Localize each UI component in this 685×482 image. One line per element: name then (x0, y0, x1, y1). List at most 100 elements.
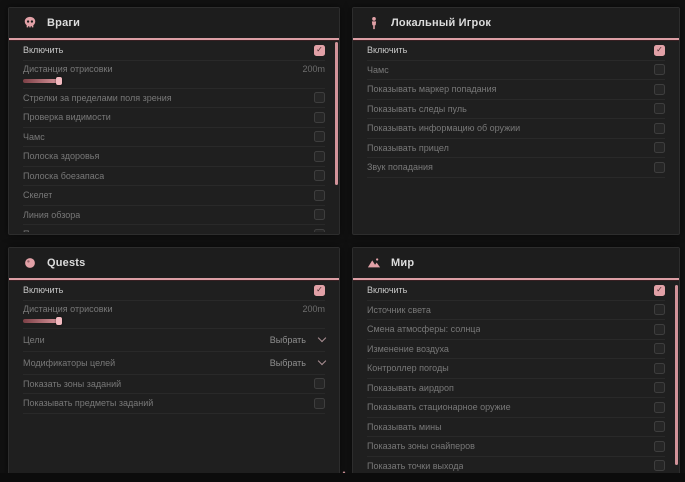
setting-row: Показывать маркер попадания (367, 80, 665, 100)
panel-title: Враги (47, 17, 80, 29)
setting-label: Смена атмосферы: солнца (367, 324, 480, 334)
setting-label: Линия обзора (23, 210, 80, 220)
setting-label: Включить (367, 45, 407, 55)
checkbox[interactable] (654, 460, 665, 471)
checkbox[interactable] (654, 402, 665, 413)
checkbox[interactable] (654, 363, 665, 374)
setting-row: Показать зоны снайперов (367, 437, 665, 457)
checkbox[interactable] (654, 162, 665, 173)
panel-enemies-header: Враги (9, 8, 339, 40)
checkbox[interactable] (314, 229, 325, 232)
checkbox[interactable] (654, 84, 665, 95)
setting-label: Показывать прицел (367, 143, 449, 153)
scrollbar[interactable] (335, 42, 338, 185)
checkbox[interactable] (314, 398, 325, 409)
setting-row: Показывать аирдроп (367, 379, 665, 399)
slider-line: Дистанция отрисовки200m (23, 62, 325, 76)
slider-fill (23, 79, 59, 83)
checkbox[interactable] (314, 112, 325, 123)
checkbox[interactable] (314, 151, 325, 162)
setting-row: Включить ✓ (23, 41, 325, 61)
setting-label: Показывать информацию об оружии (367, 123, 520, 133)
setting-label: Чамс (367, 65, 389, 75)
setting-row: Показывать мины (367, 418, 665, 438)
setting-label: Полоска боезапаса (23, 171, 104, 181)
checkbox[interactable] (314, 131, 325, 142)
setting-row: Показывать прицел (367, 139, 665, 159)
setting-label: Чамс (23, 132, 45, 142)
setting-label: Цели (23, 335, 45, 345)
setting-row-select: Цели Выбрать (23, 329, 325, 352)
checkbox[interactable] (654, 123, 665, 134)
distance-slider[interactable] (23, 79, 123, 83)
select-dropdown[interactable]: Выбрать (270, 358, 325, 368)
panel-quests-rows: Включить✓ Дистанция отрисовки 200m Цели Выбр… (9, 281, 339, 472)
checkbox[interactable] (314, 209, 325, 220)
setting-label: Показывать предметы заданий (23, 398, 153, 408)
slider-line: Дистанция отрисовки 200m (23, 302, 325, 316)
setting-row: Показывать информацию об оружии (367, 119, 665, 139)
checkbox[interactable] (654, 324, 665, 335)
setting-row: Включить✓ (23, 281, 325, 301)
panel-local-player-header: Локальный Игрок (353, 8, 679, 40)
setting-label: Показывать мины (367, 422, 442, 432)
panel-enemies: Враги Включить ✓ Дистанция отрисовки200m Ст… (8, 7, 340, 235)
distance-slider[interactable] (23, 319, 123, 323)
setting-label: Дистанция отрисовки (23, 64, 113, 74)
setting-label: Скелет (23, 190, 52, 200)
setting-row: Скелет (23, 186, 325, 206)
checkbox[interactable]: ✓ (654, 285, 665, 296)
slider-thumb[interactable] (56, 317, 62, 325)
panel-local-player-rows: Включить ✓ Чамс Показывать маркер попадания… (353, 41, 679, 232)
person-icon (367, 16, 381, 30)
setting-label: Показывать маркер попадания (367, 84, 497, 94)
select-value: Выбрать (270, 358, 306, 368)
setting-row: Показывать предметы заданий (23, 394, 325, 414)
panel-quests: Quests Включить✓Дистанция отрисовки200mЦ… (8, 247, 340, 475)
setting-row-slider: Дистанция отрисовки 200m (23, 301, 325, 329)
setting-label: Показывать стационарное оружие (367, 402, 511, 412)
checkbox[interactable] (314, 170, 325, 181)
mountains-icon (367, 256, 381, 270)
checkbox[interactable] (654, 343, 665, 354)
checkbox[interactable] (654, 382, 665, 393)
setting-row: Показывать стационарное оружие (367, 398, 665, 418)
checkbox[interactable] (314, 190, 325, 201)
setting-row: Показать точки выхода (367, 457, 665, 473)
setting-row: Источник света (367, 301, 665, 321)
slider-fill (23, 319, 59, 323)
checkbox[interactable] (654, 103, 665, 114)
checkbox[interactable] (654, 421, 665, 432)
setting-row: Полоска боезапаса (23, 167, 325, 187)
setting-label: Стрелки за пределами поля зрения (23, 93, 172, 103)
checkbox[interactable]: ✓ (654, 45, 665, 56)
select-dropdown[interactable]: Выбрать (270, 335, 325, 345)
checkbox[interactable] (654, 142, 665, 153)
setting-label: Включить (23, 45, 63, 55)
checkbox[interactable]: ✓ (314, 285, 325, 296)
checkbox[interactable] (314, 92, 325, 103)
checkbox[interactable] (654, 441, 665, 452)
panel-local-player: Локальный Игрок Включить ✓ Чамс Показывать … (352, 7, 680, 235)
slider-thumb[interactable] (56, 77, 62, 85)
scrollbar[interactable] (675, 285, 678, 465)
setting-label: Показать зоны снайперов (367, 441, 475, 451)
setting-row: Изменение воздуха (367, 340, 665, 360)
setting-row: Чамс (367, 61, 665, 81)
panel-world: Мир Включить✓Источник светаСмена атмосфе… (352, 247, 680, 475)
checkbox[interactable] (654, 304, 665, 315)
select-value: Выбрать (270, 335, 306, 345)
setting-label: Показывать следы пуль (23, 229, 123, 232)
setting-row: Чамс (23, 128, 325, 148)
slider-value: 200m (302, 304, 325, 314)
setting-label: Контроллер погоды (367, 363, 449, 373)
setting-label: Полоска здоровья (23, 151, 99, 161)
checkbox[interactable] (654, 64, 665, 75)
checkbox[interactable] (314, 378, 325, 389)
setting-label: Дистанция отрисовки (23, 304, 113, 314)
setting-label: Показывать аирдроп (367, 383, 454, 393)
setting-row-slider: Дистанция отрисовки200m (23, 61, 325, 89)
setting-row: Смена атмосферы: солнца (367, 320, 665, 340)
checkbox[interactable]: ✓ (314, 45, 325, 56)
setting-label: Звук попадания (367, 162, 433, 172)
